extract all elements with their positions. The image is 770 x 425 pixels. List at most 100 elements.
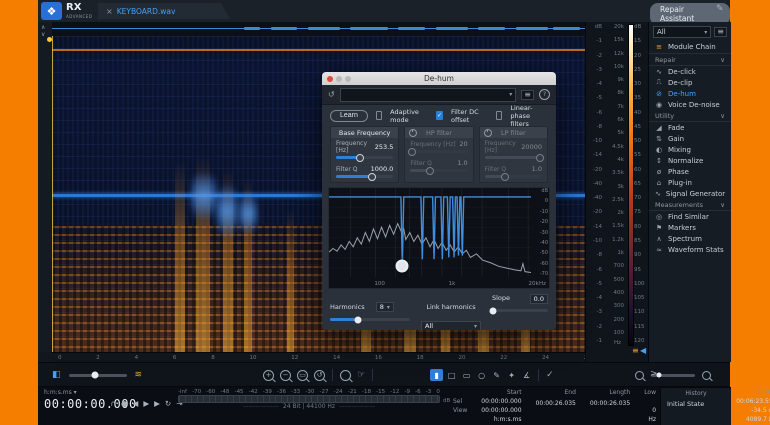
notch-drag-handle[interactable] <box>396 260 409 273</box>
sidebar-module-item[interactable]: ⊘De-hum <box>649 88 731 99</box>
sidebar-module-item[interactable]: øPhase <box>649 166 731 177</box>
sidebar-module-item[interactable]: ∧Spectrum <box>649 233 731 244</box>
vertical-zoom-in-icon[interactable] <box>702 371 711 380</box>
spectrogram-blend-icon[interactable]: ≋ <box>135 370 143 380</box>
slope-value[interactable]: 0.0 <box>530 294 548 304</box>
harmonics-slider[interactable] <box>330 318 410 321</box>
edit-pen-icon[interactable]: ✎ <box>716 4 724 14</box>
next-button[interactable]: ▶ <box>154 399 160 408</box>
file-tab[interactable]: × KEYBOARD.wav <box>98 3 230 19</box>
power-toggle-icon[interactable] <box>409 129 417 137</box>
zoom-out-icon[interactable]: − <box>280 370 291 381</box>
power-toggle-icon[interactable] <box>484 129 492 137</box>
learn-button[interactable]: Learn <box>330 110 368 122</box>
dialog-titlebar[interactable]: De-hum <box>322 72 556 85</box>
harmonics-stepper[interactable]: 8▾ <box>376 302 394 312</box>
history-item[interactable]: Initial State <box>661 397 731 411</box>
slider-knob[interactable] <box>355 316 362 323</box>
filter-dc-offset-checkbox[interactable] <box>436 111 443 120</box>
base-q-slider[interactable] <box>336 175 393 178</box>
hp-q-slider[interactable] <box>410 169 467 172</box>
filter-q-value[interactable]: 1.0 <box>532 165 542 173</box>
sidebar-module-item[interactable]: ⌂Plug-in <box>649 177 731 188</box>
filter-q-value[interactable]: 1000.0 <box>371 165 394 173</box>
slider-knob[interactable] <box>408 148 416 156</box>
previous-button[interactable]: ◀ <box>133 399 139 408</box>
sidebar-module-item[interactable]: ◉Voice De-noise <box>649 99 731 110</box>
slider-knob[interactable] <box>536 154 544 162</box>
sidebar-module-item[interactable]: ◎Find Similar <box>649 211 731 222</box>
help-icon[interactable]: ? <box>539 89 550 100</box>
slider-knob[interactable] <box>490 307 497 314</box>
sidebar-module-item[interactable]: ∿De-click <box>649 66 731 77</box>
preset-history-icon[interactable]: ↺ <box>328 90 335 99</box>
frequency-value[interactable]: 253.5 <box>375 143 394 151</box>
gain-tool[interactable]: ∡ <box>520 369 533 381</box>
slider-knob[interactable] <box>368 173 376 181</box>
lasso-selection-tool[interactable]: ○ <box>475 369 488 381</box>
zoom-reset-icon[interactable]: ↺ <box>314 370 325 381</box>
blend-slider-knob[interactable] <box>91 372 98 379</box>
link-harmonics-dropdown[interactable]: All▾ <box>421 321 481 330</box>
sidebar-module-item[interactable]: ◢Fade <box>649 122 731 133</box>
magnifier-tool-icon[interactable] <box>340 370 351 381</box>
section-header-repair[interactable]: Repair ∨ <box>649 54 731 66</box>
waveform-blend-icon[interactable]: ◧ <box>52 370 61 380</box>
magic-wand-tool[interactable]: ✦ <box>505 369 518 381</box>
brush-selection-tool[interactable]: ✎ <box>490 369 503 381</box>
monitor-speaker-icon[interactable]: ◀ <box>640 346 646 355</box>
zoom-selection-icon[interactable]: ▭ <box>297 370 308 381</box>
module-menu-icon[interactable]: ≡ <box>714 27 727 37</box>
tab-label[interactable]: KEYBOARD.wav <box>117 7 176 16</box>
loop-button[interactable]: ↻ <box>165 399 171 408</box>
filter-q-value[interactable]: 1.0 <box>457 159 467 167</box>
module-chain-item[interactable]: ≡ Module Chain <box>649 41 731 54</box>
lp-frequency-slider[interactable] <box>485 156 542 159</box>
sidebar-module-item[interactable]: ↕Normalize <box>649 155 731 166</box>
sidebar-module-item[interactable]: ⇅Gain <box>649 133 731 144</box>
time-selection-tool[interactable]: ▮ <box>430 369 443 381</box>
frequency-value[interactable]: 20000 <box>521 143 542 151</box>
preset-dropdown[interactable]: ▾ <box>340 88 517 102</box>
time-format-selector[interactable]: h:m:s.ms ▾ <box>44 389 77 396</box>
band-selection-tool[interactable]: ▭ <box>460 369 473 381</box>
module-filter-dropdown[interactable]: All ▾ <box>653 26 711 38</box>
zoom-in-icon[interactable]: + <box>263 370 274 381</box>
spectrogram-settings-icon[interactable]: ≡ <box>632 346 639 355</box>
hp-frequency-slider[interactable] <box>410 150 467 153</box>
section-header-measurements[interactable]: Measurements ∨ <box>649 199 731 211</box>
hand-tool-icon[interactable]: ☞ <box>357 370 365 380</box>
waveform-overview[interactable] <box>52 22 585 37</box>
tab-close-icon[interactable]: × <box>106 7 113 16</box>
slider-knob[interactable] <box>426 167 434 175</box>
sidebar-module-item[interactable]: ≈Waveform Stats <box>649 244 731 255</box>
sidebar-module-item[interactable]: ∿Signal Generator <box>649 188 731 199</box>
lp-q-slider[interactable] <box>485 175 542 178</box>
filter-response-graph[interactable]: dB0-10-20-30-40-50-60-70 1001k20k Hz <box>328 187 550 289</box>
linear-phase-checkbox[interactable] <box>496 111 502 120</box>
preset-menu-icon[interactable]: ≡ <box>521 90 534 100</box>
section-header-utility[interactable]: Utility ∨ <box>649 110 731 122</box>
slider-knob[interactable] <box>501 173 509 181</box>
module-icon: ≈ <box>655 246 663 254</box>
confirm-selection-icon[interactable]: ✓ <box>546 370 554 380</box>
base-frequency-slider[interactable] <box>336 156 393 159</box>
frequency-value[interactable]: 20 <box>459 140 467 148</box>
play-button[interactable]: ▶ <box>143 399 149 408</box>
collapse-up-icon[interactable]: ∧ <box>41 24 45 31</box>
adaptive-mode-checkbox[interactable] <box>376 111 382 120</box>
slope-slider[interactable] <box>492 309 548 312</box>
sidebar-module-item[interactable]: ⚑Markers <box>649 222 731 233</box>
playhead-line[interactable] <box>52 36 53 352</box>
panel-expand-button[interactable]: > <box>650 369 658 379</box>
collapse-down-icon[interactable]: ∨ <box>41 31 45 38</box>
monitor-icon[interactable]: ∩ <box>111 399 117 408</box>
module-icon: ∧ <box>655 235 663 243</box>
blend-slider[interactable] <box>69 374 127 377</box>
rectangle-selection-tool[interactable]: □ <box>445 369 458 381</box>
record-button[interactable]: ● <box>121 399 128 408</box>
slider-knob[interactable] <box>356 154 364 162</box>
sidebar-module-item[interactable]: ⎍De-clip <box>649 77 731 88</box>
sidebar-module-item[interactable]: ◐Mixing <box>649 144 731 155</box>
vertical-zoom-out-icon[interactable] <box>635 371 644 380</box>
